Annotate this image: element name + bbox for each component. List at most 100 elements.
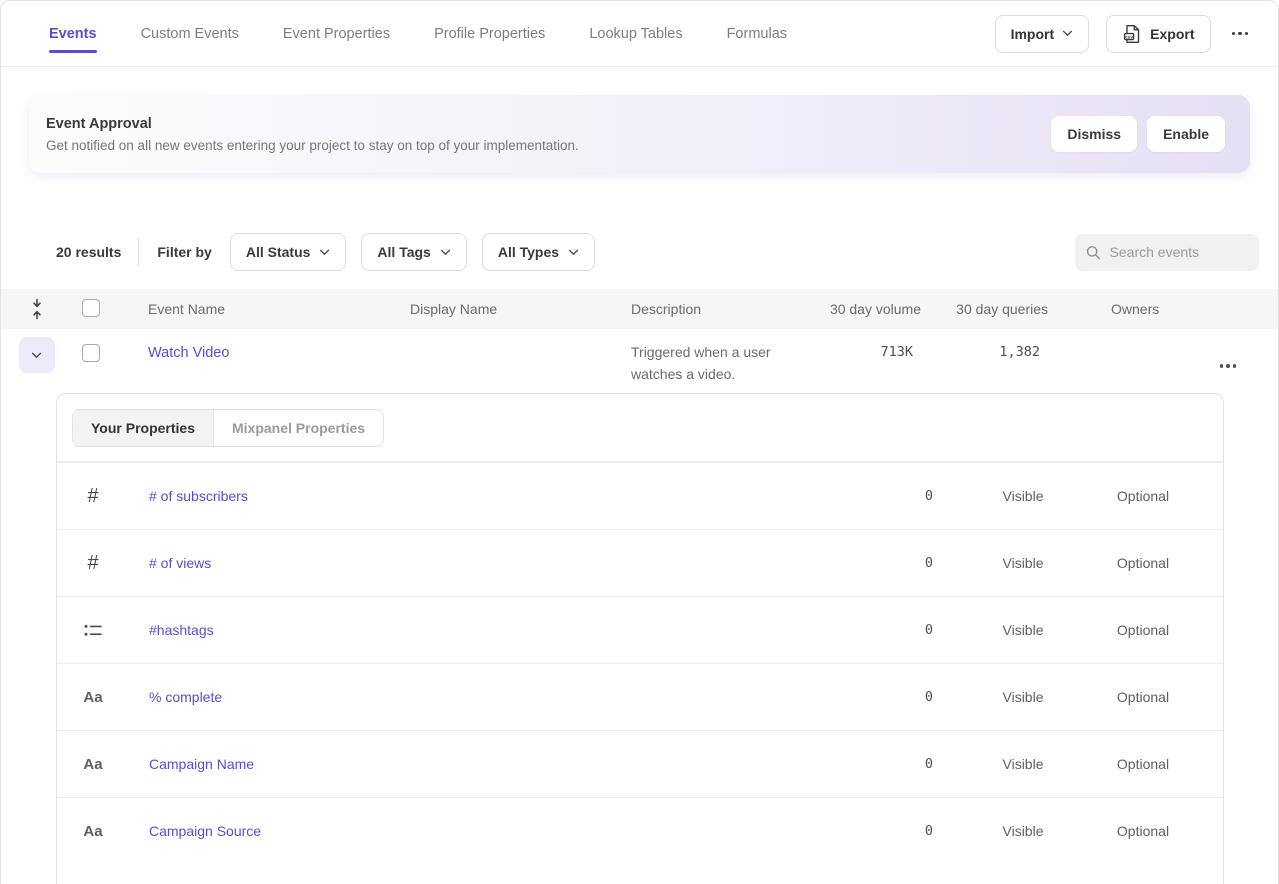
export-label: Export	[1150, 26, 1194, 42]
owners-cell	[1048, 329, 1178, 344]
dismiss-button[interactable]: Dismiss	[1051, 116, 1137, 152]
property-queries-value: 0	[873, 488, 933, 504]
filter-dropdown[interactable]: All Status	[230, 233, 347, 271]
filter-row: 20 results Filter by All Status All Tags…	[56, 233, 1259, 271]
enable-button[interactable]: Enable	[1147, 116, 1225, 152]
row-checkbox[interactable]	[82, 344, 100, 362]
panel-tab-bar: Your Properties Mixpanel Properties	[57, 394, 1223, 462]
row-more-menu-button[interactable]	[1220, 364, 1237, 368]
property-name-link[interactable]: # of views	[129, 555, 873, 571]
banner-text: Event Approval Get notified on all new e…	[46, 116, 579, 153]
import-button[interactable]: Import	[995, 15, 1090, 53]
chevron-down-icon	[440, 249, 451, 256]
filter-dropdowns: All Status All Tags All Types	[230, 233, 595, 271]
search-input[interactable]	[1110, 244, 1248, 260]
results-count: 20 results	[56, 244, 121, 260]
chevron-down-icon	[31, 352, 42, 359]
event-name-link[interactable]: Watch Video	[148, 345, 229, 361]
nav-tab-label: Lookup Tables	[589, 26, 682, 42]
header-event-name: Event Name	[148, 301, 410, 317]
banner-actions: Dismiss Enable	[1051, 116, 1225, 152]
top-nav: Events Custom Events Event Properties Pr…	[1, 1, 1278, 67]
ellipsis-icon	[1220, 364, 1224, 368]
property-requirement: Optional	[1083, 823, 1203, 839]
property-row: Aa % complete 0 Visible Optional	[57, 663, 1223, 730]
properties-tab[interactable]: Mixpanel Properties	[213, 410, 383, 446]
nav-tab[interactable]: Event Properties	[283, 1, 390, 66]
more-menu-button[interactable]	[1228, 26, 1253, 42]
filter-dropdown[interactable]: All Types	[482, 233, 595, 271]
property-name-link[interactable]: #hashtags	[129, 622, 873, 638]
header-volume: 30 day volume	[821, 301, 921, 317]
event-row: Watch Video Triggered when a user watche…	[1, 329, 1278, 385]
table-header: Event Name Display Name Description 30 d…	[1, 289, 1278, 329]
property-queries-value: 0	[873, 555, 933, 571]
header-description: Description	[631, 301, 821, 317]
filter-by-label: Filter by	[157, 244, 211, 260]
property-name-link[interactable]: # of subscribers	[129, 488, 873, 504]
nav-tab[interactable]: Formulas	[727, 1, 787, 66]
property-requirement: Optional	[1083, 555, 1203, 571]
properties-tab[interactable]: Your Properties	[73, 410, 213, 446]
nav-tab-label: Event Properties	[283, 26, 390, 42]
property-queries-value: 0	[873, 756, 933, 772]
nav-tab[interactable]: Events	[49, 1, 97, 66]
property-visibility: Visible	[963, 488, 1083, 504]
nav-tab-label: Events	[49, 26, 97, 42]
property-requirement: Optional	[1083, 622, 1203, 638]
chevron-down-icon	[1062, 30, 1073, 37]
nav-tab-label: Formulas	[727, 26, 787, 42]
property-visibility: Visible	[963, 555, 1083, 571]
property-name-link[interactable]: % complete	[129, 689, 873, 705]
property-visibility: Visible	[963, 823, 1083, 839]
description-cell: Triggered when a user watches a video.	[631, 329, 801, 385]
filter-dropdown[interactable]: All Tags	[361, 233, 466, 271]
import-label: Import	[1011, 26, 1055, 42]
properties-list: # # of subscribers 0 Visible Optional # …	[57, 462, 1223, 864]
divider	[138, 238, 139, 266]
export-button[interactable]: csv Export	[1106, 15, 1210, 53]
text-type-icon: Aa	[57, 823, 129, 840]
properties-tab-label: Your Properties	[91, 420, 195, 436]
lexicon-page: Events Custom Events Event Properties Pr…	[0, 0, 1279, 884]
number-type-icon: #	[57, 485, 129, 508]
nav-tabs: Events Custom Events Event Properties Pr…	[1, 1, 831, 66]
nav-tab[interactable]: Profile Properties	[434, 1, 545, 66]
banner-description: Get notified on all new events entering …	[46, 138, 579, 153]
properties-panel: Your Properties Mixpanel Properties # # …	[56, 393, 1224, 884]
collapse-row-button[interactable]	[19, 337, 55, 373]
collapse-all-button[interactable]	[30, 298, 44, 320]
chevron-down-icon	[319, 249, 330, 256]
property-visibility: Visible	[963, 689, 1083, 705]
property-row: # # of subscribers 0 Visible Optional	[57, 462, 1223, 529]
property-row: # # of views 0 Visible Optional	[57, 529, 1223, 596]
property-row: #hashtags 0 Visible Optional	[57, 596, 1223, 663]
nav-tab-label: Profile Properties	[434, 26, 545, 42]
property-visibility: Visible	[963, 756, 1083, 772]
properties-tab-label: Mixpanel Properties	[232, 420, 365, 436]
volume-cell: 713K	[821, 329, 921, 360]
banner-title: Event Approval	[46, 116, 579, 132]
property-queries-value: 0	[873, 622, 933, 638]
property-row: Aa Campaign Source 0 Visible Optional	[57, 797, 1223, 864]
nav-tab[interactable]: Lookup Tables	[589, 1, 682, 66]
nav-tab-label: Custom Events	[141, 26, 239, 42]
property-requirement: Optional	[1083, 756, 1203, 772]
property-name-link[interactable]: Campaign Source	[129, 823, 873, 839]
property-visibility: Visible	[963, 622, 1083, 638]
property-name-link[interactable]: Campaign Name	[129, 756, 873, 772]
list-type-icon	[57, 623, 129, 638]
filter-dropdown-label: All Types	[498, 244, 559, 260]
ellipsis-icon	[1232, 32, 1236, 36]
select-all-checkbox[interactable]	[82, 299, 100, 317]
filter-dropdown-label: All Tags	[377, 244, 430, 260]
text-type-icon: Aa	[57, 756, 129, 773]
nav-tab[interactable]: Custom Events	[141, 1, 239, 66]
csv-file-icon: csv	[1122, 24, 1142, 44]
search-box	[1075, 234, 1259, 271]
property-queries-value: 0	[873, 823, 933, 839]
number-type-icon: #	[57, 552, 129, 575]
header-owners: Owners	[1048, 301, 1178, 317]
event-approval-banner: Event Approval Get notified on all new e…	[29, 95, 1250, 173]
svg-text:csv: csv	[1125, 34, 1133, 39]
